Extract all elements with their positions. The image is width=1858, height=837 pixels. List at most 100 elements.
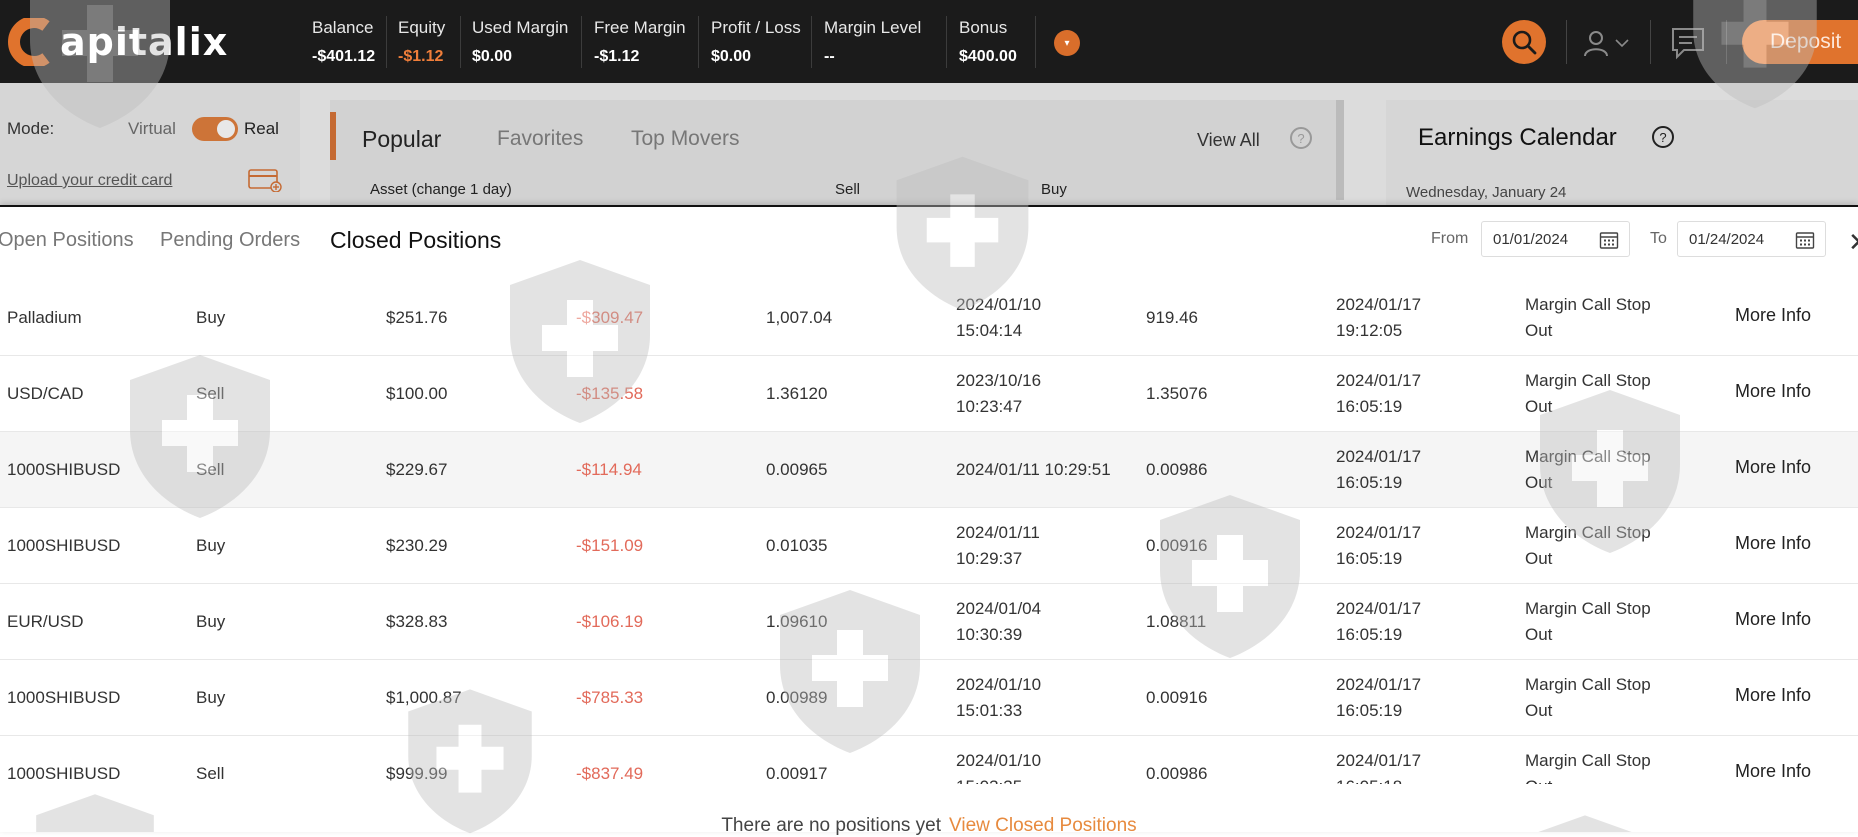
- stat-label: Used Margin: [472, 18, 569, 37]
- cell-close-reason-line: Margin Call Stop: [1525, 447, 1651, 466]
- more-info-link[interactable]: More Info: [1735, 305, 1811, 326]
- logo-mark-icon: [6, 16, 58, 68]
- divider: [698, 16, 699, 68]
- user-menu-button[interactable]: [1583, 28, 1635, 58]
- cell-close-reason-line: Out: [1525, 774, 1695, 784]
- view-closed-positions-link[interactable]: View Closed Positions: [949, 815, 1137, 836]
- cell-open-time-line: 2023/10/16: [956, 371, 1042, 390]
- help-icon[interactable]: ?: [1652, 126, 1674, 148]
- cell-asset: 1000SHIBUSD: [7, 764, 121, 783]
- table-row[interactable]: 1000SHIBUSD Sell $999.99 -$837.49 0.00917 202…: [0, 736, 1858, 784]
- cell-profit-loss: -$114.94: [576, 460, 642, 479]
- cell-close-time-line: 2024/01/17: [1336, 447, 1422, 466]
- cell-close-time: 2024/01/17 16:05:19: [1336, 368, 1506, 420]
- calendar-icon[interactable]: [1599, 230, 1619, 250]
- cell-open-time-line: 2024/01/11: [956, 523, 1040, 542]
- stat-value: -$1.12: [398, 48, 444, 65]
- cell-close-reason-line: Out: [1525, 625, 1553, 644]
- cell-close-reason-line: Out: [1525, 397, 1553, 416]
- cell-close-reason: Margin Call Stop Out: [1525, 368, 1695, 420]
- view-all-link[interactable]: View All: [1197, 130, 1260, 151]
- tab-pending-orders[interactable]: Pending Orders: [160, 229, 300, 252]
- more-info-link[interactable]: More Info: [1735, 609, 1811, 630]
- cell-close-rate: 0.00916: [1146, 536, 1208, 555]
- cell-close-reason: Margin Call Stop Out: [1525, 520, 1695, 572]
- cell-close-rate: 0.00986: [1146, 460, 1208, 479]
- cell-close-reason-line: Margin Call Stop: [1525, 599, 1651, 618]
- tab-top-movers[interactable]: Top Movers: [631, 127, 740, 151]
- table-row[interactable]: 1000SHIBUSD Buy $1,000.87 -$785.33 0.00989 20…: [0, 660, 1858, 736]
- cell-asset: Palladium: [7, 308, 82, 327]
- cell-close-rate: 1.08811: [1146, 612, 1207, 631]
- table-row[interactable]: Palladium Buy $251.76 -$309.47 1,007.04 2024/…: [0, 280, 1858, 356]
- cell-close-time-line: 16:05:19: [1336, 397, 1403, 416]
- table-row[interactable]: 1000SHIBUSD Buy $230.29 -$151.09 0.01035 2024…: [0, 508, 1858, 584]
- more-info-link[interactable]: More Info: [1735, 685, 1811, 706]
- cell-open-time-line: 10:23:47: [956, 397, 1023, 416]
- cell-open-time-line: 2024/01/10: [956, 295, 1042, 314]
- table-row[interactable]: EUR/USD Buy $328.83 -$106.19 1.09610 2024/01/…: [0, 584, 1858, 660]
- cell-amount: $230.29: [386, 536, 448, 555]
- stat-label: Balance: [312, 18, 374, 37]
- table-row[interactable]: 1000SHIBUSD Sell $229.67 -$114.94 0.00965 202…: [0, 432, 1858, 508]
- cell-open-time-line: 2024/01/11 10:29:51: [956, 460, 1111, 479]
- more-info-link[interactable]: More Info: [1735, 761, 1811, 782]
- deposit-button[interactable]: Deposit: [1742, 20, 1858, 64]
- scrollbar[interactable]: [1336, 100, 1344, 200]
- mode-toggle[interactable]: [192, 117, 238, 141]
- stat-value: -$1.12: [594, 48, 640, 65]
- cell-close-time-line: 2024/01/17: [1336, 675, 1422, 694]
- cell-asset: EUR/USD: [7, 612, 84, 631]
- cell-open-rate: 1.36120: [766, 384, 828, 403]
- stat-value: --: [824, 48, 835, 65]
- empty-message: There are no positions yet View Closed Po…: [0, 815, 1858, 837]
- user-icon: [1584, 31, 1608, 57]
- cell-asset: 1000SHIBUSD: [7, 536, 121, 555]
- chat-button[interactable]: [1670, 26, 1706, 60]
- column-header-buy: Buy: [1041, 181, 1067, 198]
- more-info-link[interactable]: More Info: [1735, 533, 1811, 554]
- chevron-down-icon: ▾: [1064, 37, 1070, 49]
- cell-open-rate: 1.09610: [766, 612, 828, 631]
- divider: [581, 16, 582, 68]
- cell-close-time-line: 16:05:19: [1336, 701, 1403, 720]
- stat-equity: Equity -$1.12: [398, 18, 445, 66]
- cell-open-rate: 0.01035: [766, 536, 828, 555]
- tab-popular[interactable]: Popular: [362, 126, 441, 153]
- stat-label: Profit / Loss: [711, 18, 801, 37]
- more-info-link[interactable]: More Info: [1735, 381, 1811, 402]
- cell-close-time: 2024/01/17 19:12:05: [1336, 292, 1506, 344]
- cell-side: Buy: [196, 308, 226, 327]
- divider: [811, 16, 812, 68]
- stats-dropdown-button[interactable]: ▾: [1054, 30, 1080, 56]
- upload-credit-card-link[interactable]: Upload your credit card: [7, 172, 172, 190]
- divider: [386, 16, 387, 68]
- from-date-input[interactable]: 01/01/2024: [1481, 221, 1630, 257]
- cell-profit-loss: -$106.19: [576, 612, 644, 631]
- to-label: To: [1650, 230, 1667, 247]
- to-date-input[interactable]: 01/24/2024: [1677, 221, 1826, 257]
- search-button[interactable]: [1502, 20, 1546, 64]
- cell-open-time-line: 10:30:39: [956, 625, 1023, 644]
- credit-card-icon[interactable]: [248, 168, 282, 193]
- tab-favorites[interactable]: Favorites: [497, 127, 583, 151]
- logo[interactable]: apitalix: [6, 16, 228, 68]
- cell-profit-loss: -$151.09: [576, 536, 644, 555]
- stat-value: $400.00: [959, 48, 1017, 65]
- tab-closed-positions[interactable]: Closed Positions: [330, 227, 501, 254]
- help-icon[interactable]: ?: [1290, 127, 1312, 149]
- column-header-sell: Sell: [835, 181, 861, 198]
- cell-amount: $999.99: [386, 764, 448, 783]
- cell-open-time-line: 10:29:37: [956, 549, 1023, 568]
- tab-open-positions[interactable]: Open Positions: [0, 229, 134, 252]
- cell-close-rate: 919.46: [1146, 308, 1198, 327]
- cell-close-time: 2024/01/17 16:05:18: [1336, 748, 1506, 784]
- cell-close-rate: 0.00916: [1146, 688, 1208, 707]
- cell-close-rate: 1.35076: [1146, 384, 1208, 403]
- calendar-icon[interactable]: [1795, 230, 1815, 250]
- table-row[interactable]: USD/CAD Sell $100.00 -$135.58 1.36120 2023/10…: [0, 356, 1858, 432]
- more-info-link[interactable]: More Info: [1735, 457, 1811, 478]
- cell-close-time-line: 16:05:19: [1336, 625, 1403, 644]
- close-icon[interactable]: ✕: [1848, 227, 1858, 258]
- divider: [1650, 20, 1651, 64]
